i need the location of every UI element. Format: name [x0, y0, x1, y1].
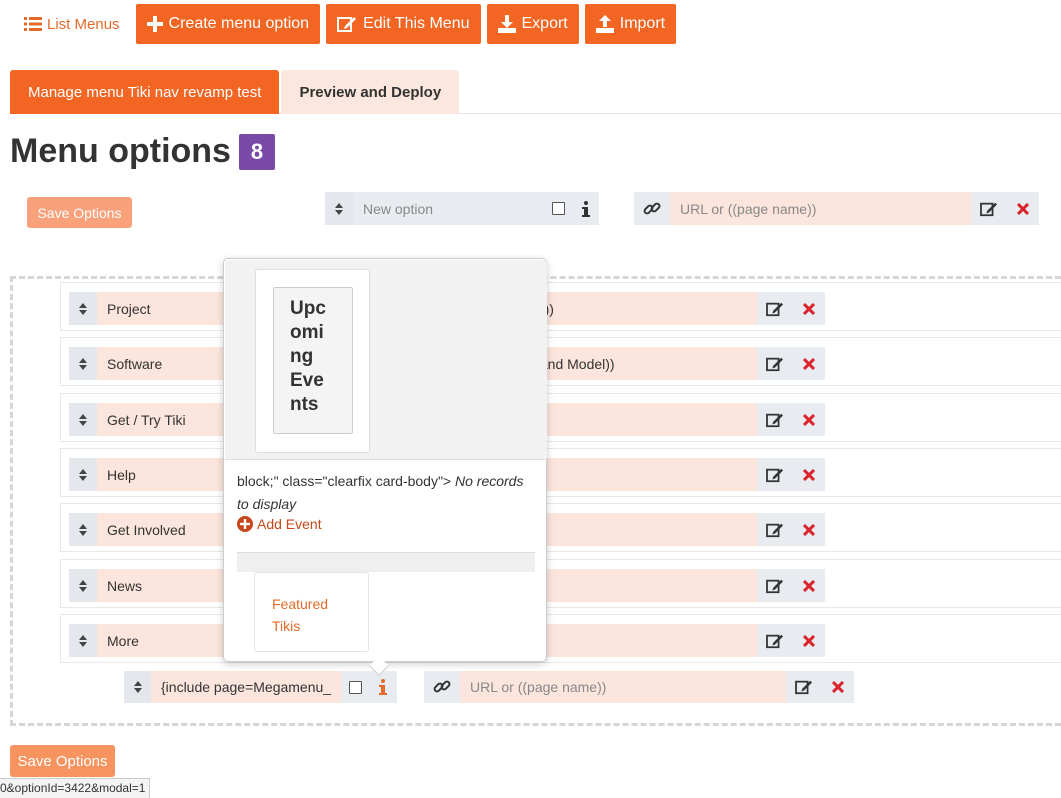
delete-icon[interactable] — [793, 292, 825, 325]
add-event-label: Add Event — [257, 516, 322, 532]
expand-checkbox[interactable] — [545, 192, 572, 225]
new-option-group: New option — [325, 192, 599, 225]
upload-icon — [595, 15, 614, 33]
delete-icon[interactable] — [793, 569, 825, 602]
sort-icon[interactable] — [69, 458, 97, 491]
option-count-badge: 8 — [238, 133, 275, 170]
checkbox[interactable] — [552, 202, 565, 215]
menu-row-label: More — [107, 632, 139, 649]
edit-icon[interactable] — [786, 671, 822, 703]
export-label: Export — [521, 15, 568, 32]
create-menu-option-button[interactable]: Create menu option — [135, 4, 321, 44]
expand-checkbox[interactable] — [341, 671, 369, 703]
edit-icon[interactable] — [971, 192, 1007, 225]
sort-icon[interactable] — [69, 569, 97, 602]
child-url-input[interactable]: URL or ((page name)) — [460, 671, 786, 703]
page-title: Menu options 8 — [10, 132, 275, 171]
toolbar: List Menus Create menu option Edit This … — [14, 4, 677, 44]
tab-manage-menu[interactable]: Manage menu Tiki nav revamp test — [10, 70, 280, 114]
sort-icon[interactable] — [69, 347, 97, 380]
sort-icon[interactable] — [69, 513, 97, 546]
download-icon — [497, 15, 516, 33]
title-line: ng — [290, 346, 314, 367]
menu-row-label: News — [107, 577, 143, 594]
menu-row-label: Help — [107, 466, 136, 483]
list-menus-link[interactable]: List Menus — [14, 4, 130, 44]
sort-icon[interactable] — [124, 671, 151, 703]
title-line: omi — [290, 322, 324, 343]
tab-preview-deploy[interactable]: Preview and Deploy — [281, 70, 460, 114]
link-icon — [634, 192, 670, 225]
popover-preview: Upc omi ng Eve nts — [225, 260, 547, 460]
save-options-button[interactable]: Save Options — [27, 197, 132, 228]
delete-icon[interactable] — [793, 624, 825, 657]
link-icon — [424, 671, 460, 703]
status-bar-url: 0&optionId=3422&modal=1 — [0, 778, 151, 798]
child-url-group: URL or ((page name)) — [424, 671, 854, 703]
edit-icon[interactable] — [757, 569, 793, 602]
sort-icon[interactable] — [69, 292, 97, 325]
new-option-input[interactable]: New option — [353, 192, 545, 225]
delete-icon[interactable] — [793, 458, 825, 491]
menu-row-label: Software — [107, 355, 163, 372]
info-popover: Upc omi ng Eve nts block;" class="clearf… — [223, 258, 547, 662]
html-fragment: block;" class="clearfix card-body"> — [237, 473, 452, 489]
edit-icon[interactable] — [757, 292, 793, 325]
save-options-button-bottom[interactable]: Save Options — [10, 745, 115, 777]
featured-line: Tikis — [272, 618, 301, 634]
sort-icon[interactable] — [325, 192, 353, 225]
delete-icon[interactable] — [1007, 192, 1039, 225]
title-line: Eve — [290, 370, 324, 391]
import-button[interactable]: Import — [584, 4, 677, 44]
featured-line: Featured — [272, 596, 329, 612]
edit-this-menu-label: Edit This Menu — [363, 15, 470, 32]
title-line: nts — [290, 394, 319, 415]
edit-icon[interactable] — [757, 458, 793, 491]
export-button[interactable]: Export — [486, 4, 579, 44]
new-option-url-group: URL or ((page name)) — [634, 192, 1039, 225]
featured-tikis-card[interactable]: Featured Tikis — [254, 572, 369, 652]
edit-icon — [337, 15, 357, 33]
edit-icon[interactable] — [757, 624, 793, 657]
menu-row-label: Project — [107, 300, 151, 317]
edit-icon[interactable] — [757, 403, 793, 436]
popover-text: block;" class="clearfix card-body"> No r… — [237, 470, 537, 516]
plus-icon — [146, 16, 163, 32]
edit-icon[interactable] — [757, 513, 793, 546]
menu-row-label: Get / Try Tiki — [107, 411, 186, 428]
tab-bar: Manage menu Tiki nav revamp test Preview… — [10, 70, 1061, 114]
menu-row-label: Get Involved — [107, 521, 186, 538]
delete-icon[interactable] — [822, 671, 854, 703]
sort-icon[interactable] — [69, 403, 97, 436]
plus-circle-icon — [237, 516, 253, 532]
delete-icon[interactable] — [793, 347, 825, 380]
upcoming-events-card: Upc omi ng Eve nts — [255, 269, 370, 453]
edit-this-menu-button[interactable]: Edit This Menu — [326, 4, 481, 44]
create-menu-option-label: Create menu option — [168, 15, 310, 32]
new-option-url-input[interactable]: URL or ((page name)) — [670, 192, 971, 225]
checkbox[interactable] — [348, 680, 362, 694]
title-line: Upc — [290, 298, 326, 319]
add-event-link[interactable]: Add Event — [237, 516, 322, 532]
import-label: Import — [619, 15, 666, 32]
list-menus-label: List Menus — [47, 15, 120, 33]
edit-icon[interactable] — [757, 347, 793, 380]
child-option-input[interactable]: {include page=Megamenu_ — [151, 671, 341, 703]
delete-icon[interactable] — [793, 403, 825, 436]
child-option-group: {include page=Megamenu_ — [124, 671, 397, 703]
delete-icon[interactable] — [793, 513, 825, 546]
info-icon[interactable] — [369, 671, 397, 703]
list-icon — [24, 16, 42, 32]
sort-icon[interactable] — [69, 624, 97, 657]
info-icon[interactable] — [572, 192, 599, 225]
upcoming-events-title: Upc omi ng Eve nts — [273, 287, 353, 434]
page-title-text: Menu options — [10, 132, 231, 170]
popover-divider — [237, 552, 535, 572]
